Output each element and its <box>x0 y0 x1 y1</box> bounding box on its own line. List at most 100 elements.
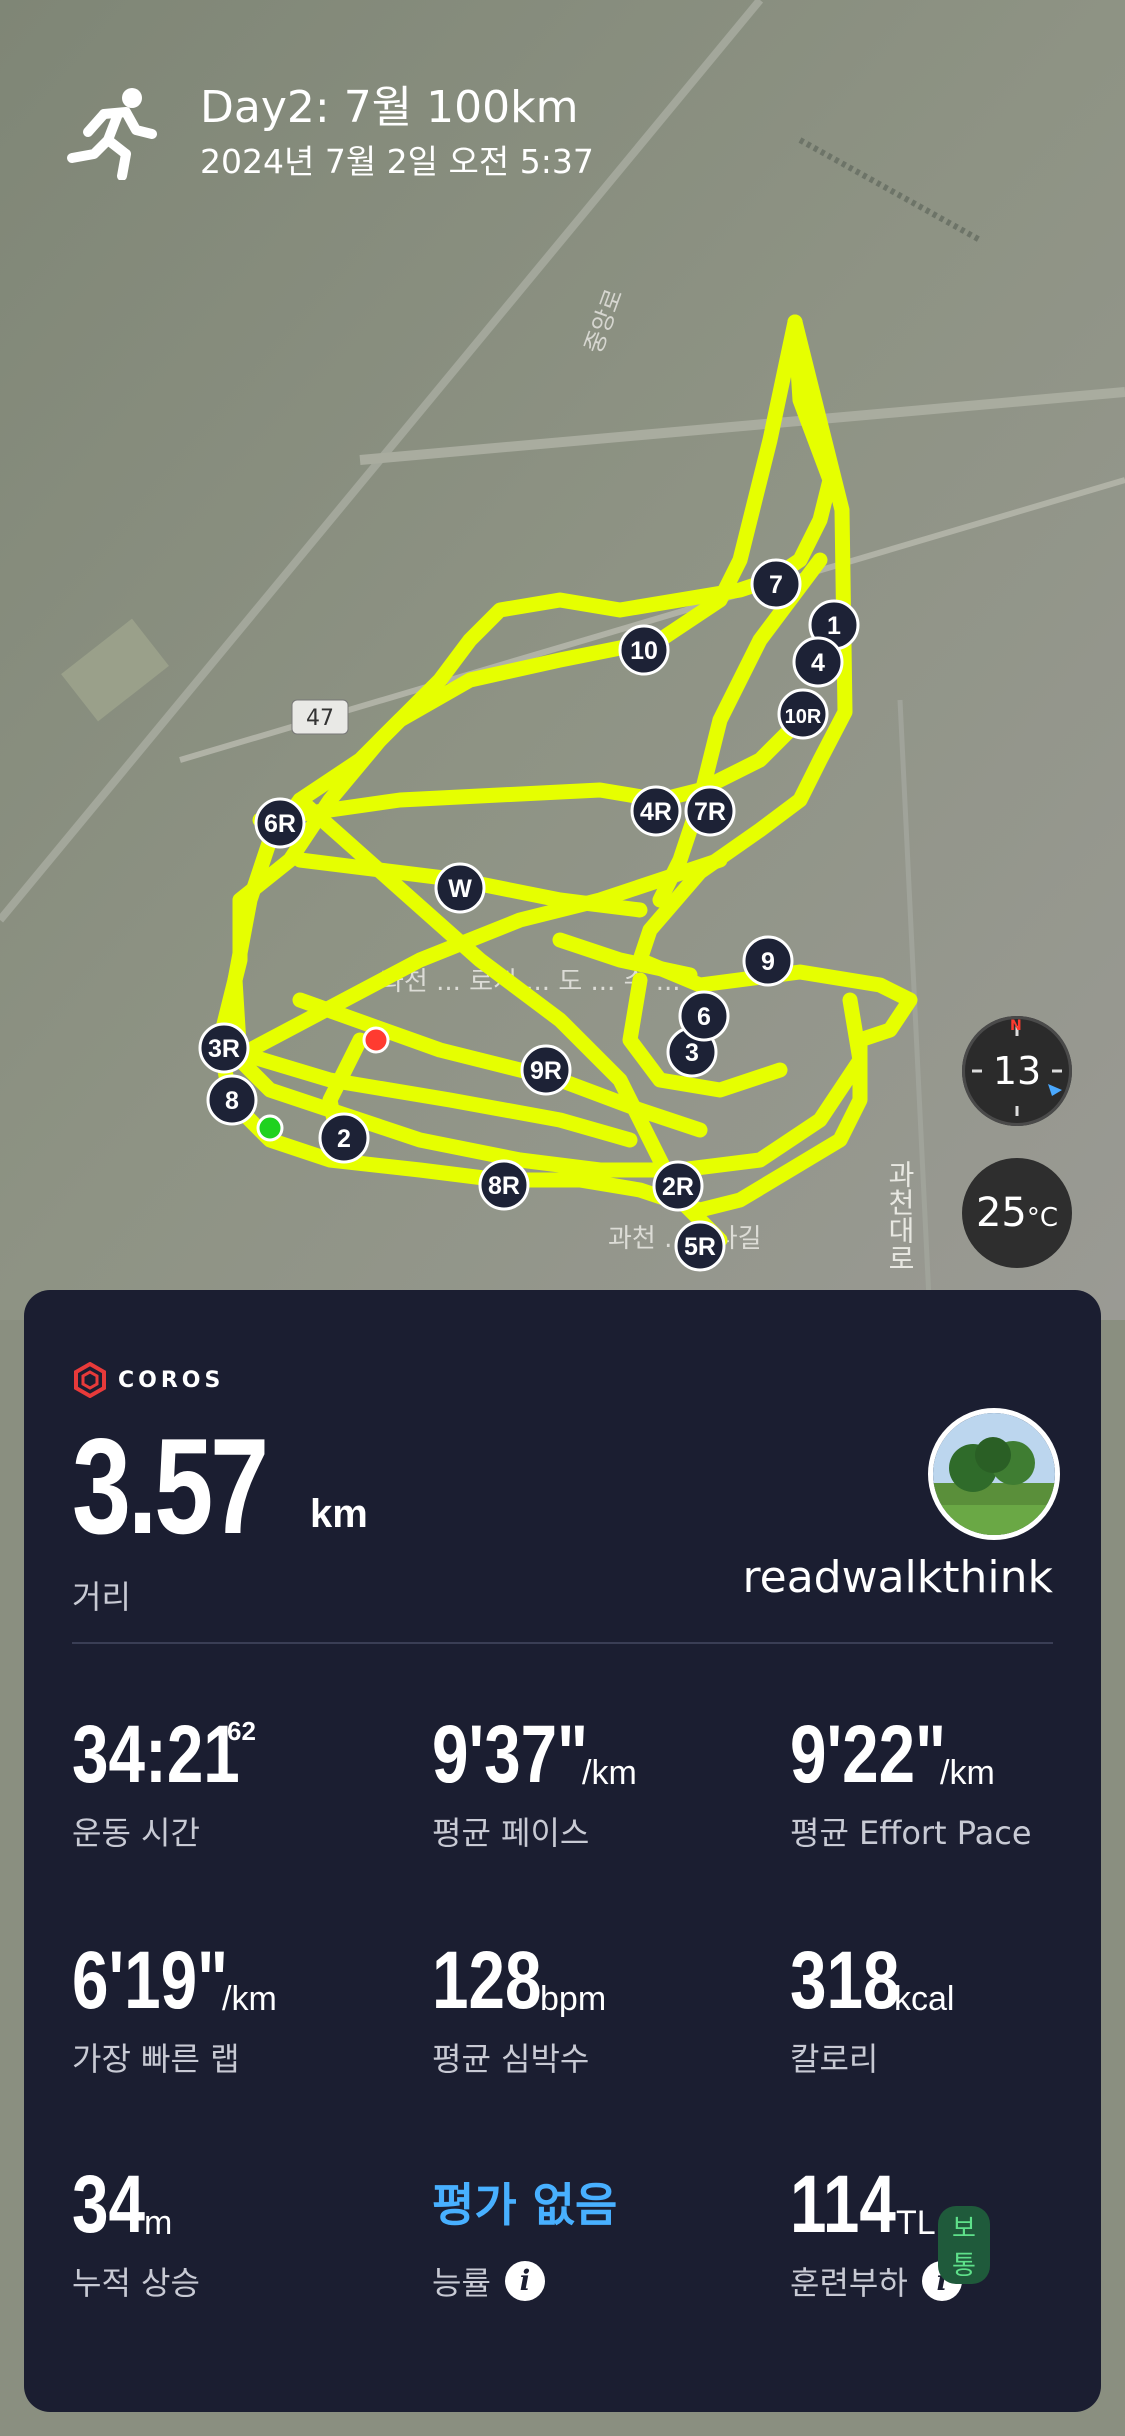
hr-label: 평균 심박수 <box>432 2040 590 2078</box>
time-label: 운동 시간 <box>72 1814 200 1852</box>
load-value: 114 <box>790 2159 896 2250</box>
temperature-unit: °C <box>1026 1203 1059 1233</box>
lap-marker-7[interactable]: 7 <box>750 558 802 610</box>
stat-heart-rate: 128 bpm 평균 심박수 <box>432 1935 606 2080</box>
lap-marker-9r[interactable]: 9R <box>520 1044 572 1096</box>
lap-marker-2r[interactable]: 2R <box>652 1160 704 1212</box>
coros-logo-icon <box>74 1362 106 1398</box>
hr-unit: bpm <box>540 1980 607 2018</box>
lap-marker-label: 7 <box>769 571 783 599</box>
ascent-unit: m <box>144 2204 173 2242</box>
svg-text:47: 47 <box>306 706 334 731</box>
load-status-badge: 보통 <box>938 2206 990 2284</box>
activity-datetime: 2024년 7월 2일 오전 5:37 <box>200 142 594 181</box>
distance-label: 거리 <box>72 1578 131 1616</box>
lap-marker-label: 4R <box>640 798 672 826</box>
fastest-lap-unit: /km <box>222 1980 277 2018</box>
lap-marker-label: 8R <box>488 1172 520 1200</box>
lap-marker-label: 3 <box>685 1039 699 1067</box>
lap-marker-label: W <box>448 875 472 903</box>
distance-block: 3.57 km <box>72 1408 368 1564</box>
time-fraction: 62 <box>227 1716 256 1746</box>
distance-unit: km <box>310 1492 368 1536</box>
start-marker <box>256 1114 284 1142</box>
lap-marker-2[interactable]: 2 <box>318 1112 370 1164</box>
temperature-value: 25 <box>975 1190 1027 1236</box>
stat-training-load: 114 TL 보통 훈련부하 i <box>790 2159 990 2304</box>
lap-marker-8[interactable]: 8 <box>206 1074 258 1126</box>
summary-card: COROS 3.57 km 거리 readwalkthink 34:21 62 … <box>24 1290 1101 2412</box>
load-label: 훈련부하 <box>790 2264 908 2302</box>
efficiency-value[interactable]: 평가 없음 <box>432 2160 617 2250</box>
temperature-badge: 25°C <box>962 1158 1072 1268</box>
ascent-label: 누적 상승 <box>72 2264 200 2302</box>
cal-label: 칼로리 <box>790 2040 879 2078</box>
lap-marker-label: 2 <box>337 1125 351 1153</box>
lap-marker-6[interactable]: 6 <box>678 990 730 1042</box>
lap-marker-label: 8 <box>225 1087 239 1115</box>
brand-logo: COROS <box>72 1362 224 1398</box>
activity-header: Day2: 7월 100km 2024년 7월 2일 오전 5:37 <box>64 80 594 186</box>
cal-unit: kcal <box>894 1980 955 2018</box>
lap-marker-7r[interactable]: 7R <box>684 785 736 837</box>
stat-fastest-lap: 6'19" /km 가장 빠른 랩 <box>72 1935 277 2080</box>
distance-value: 3.57 <box>72 1410 269 1562</box>
lap-marker-label: 9 <box>761 948 775 976</box>
stat-ascent: 34 m 누적 상승 <box>72 2160 200 2304</box>
lap-marker-label: 10R <box>785 706 822 728</box>
brand-name: COROS <box>118 1367 225 1393</box>
lap-marker-label: 10 <box>630 637 658 665</box>
lap-marker-4[interactable]: 4 <box>792 636 844 688</box>
avg-pace-value: 9'37" <box>432 1709 589 1800</box>
wind-speed: 13 <box>992 1049 1042 1093</box>
stat-efficiency: 평가 없음 능률 i <box>432 2160 617 2304</box>
effort-pace-label: 평균 Effort Pace <box>790 1814 1032 1852</box>
stat-time: 34:21 62 운동 시간 <box>72 1710 282 1854</box>
lap-marker-label: 9R <box>530 1057 562 1085</box>
fastest-lap-label: 가장 빠른 랩 <box>72 2040 240 2078</box>
lap-marker-label: 1 <box>827 612 841 640</box>
hr-value: 128 <box>432 1935 542 2026</box>
username[interactable]: readwalkthink <box>743 1552 1053 1603</box>
lap-marker-10[interactable]: 10 <box>618 624 670 676</box>
info-icon[interactable]: i <box>504 2261 545 2301</box>
activity-title: Day2: 7월 100km <box>200 82 579 133</box>
avg-pace-label: 평균 페이스 <box>432 1814 590 1852</box>
lap-marker-w[interactable]: W <box>434 862 486 914</box>
stat-calories: 318 kcal 칼로리 <box>790 1935 954 2080</box>
end-marker <box>362 1026 390 1054</box>
lap-marker-label: 6 <box>697 1003 711 1031</box>
lap-marker-9[interactable]: 9 <box>742 935 794 987</box>
lap-marker-8r[interactable]: 8R <box>478 1159 530 1211</box>
route-map[interactable]: 47 중앙로 과천 ... 로지 ... 도 ... 수 ... 과천 ... … <box>0 0 1125 1320</box>
lap-marker-5r[interactable]: 5R <box>674 1220 726 1272</box>
stat-effort-pace: 9'22" /km 평균 Effort Pace <box>790 1710 1032 1854</box>
load-unit: TL <box>896 2204 936 2242</box>
fastest-lap-value: 6'19" <box>72 1935 229 2026</box>
efficiency-label: 능률 <box>432 2264 491 2302</box>
divider <box>72 1642 1053 1644</box>
lap-marker-label: 3R <box>208 1035 240 1063</box>
road-sign: 47 <box>291 699 349 735</box>
ascent-value: 34 <box>72 2159 145 2250</box>
lap-marker-label: 7R <box>694 798 726 826</box>
lap-marker-label: 4 <box>811 649 825 677</box>
cal-value: 318 <box>790 1935 900 2026</box>
running-icon <box>67 88 157 180</box>
lap-marker-label: 5R <box>684 1233 716 1261</box>
lap-marker-6r[interactable]: 6R <box>254 797 306 849</box>
time-value: 34:21 <box>72 1709 240 1800</box>
lap-marker-10r[interactable]: 10R <box>777 688 829 740</box>
effort-pace-unit: /km <box>940 1754 995 1792</box>
lap-marker-label: 2R <box>662 1173 694 1201</box>
avatar[interactable] <box>928 1408 1060 1540</box>
stat-avg-pace: 9'37" /km 평균 페이스 <box>432 1709 637 1854</box>
effort-pace-value: 9'22" <box>790 1709 947 1800</box>
avg-pace-unit: /km <box>582 1754 637 1792</box>
lap-marker-label: 6R <box>264 810 296 838</box>
lap-marker-4r[interactable]: 4R <box>630 785 682 837</box>
wind-compass: N 13 <box>962 1016 1072 1126</box>
avatar-photo <box>933 1413 1055 1535</box>
road-label: 과천대로 <box>884 1160 917 1272</box>
lap-marker-3r[interactable]: 3R <box>198 1022 250 1074</box>
